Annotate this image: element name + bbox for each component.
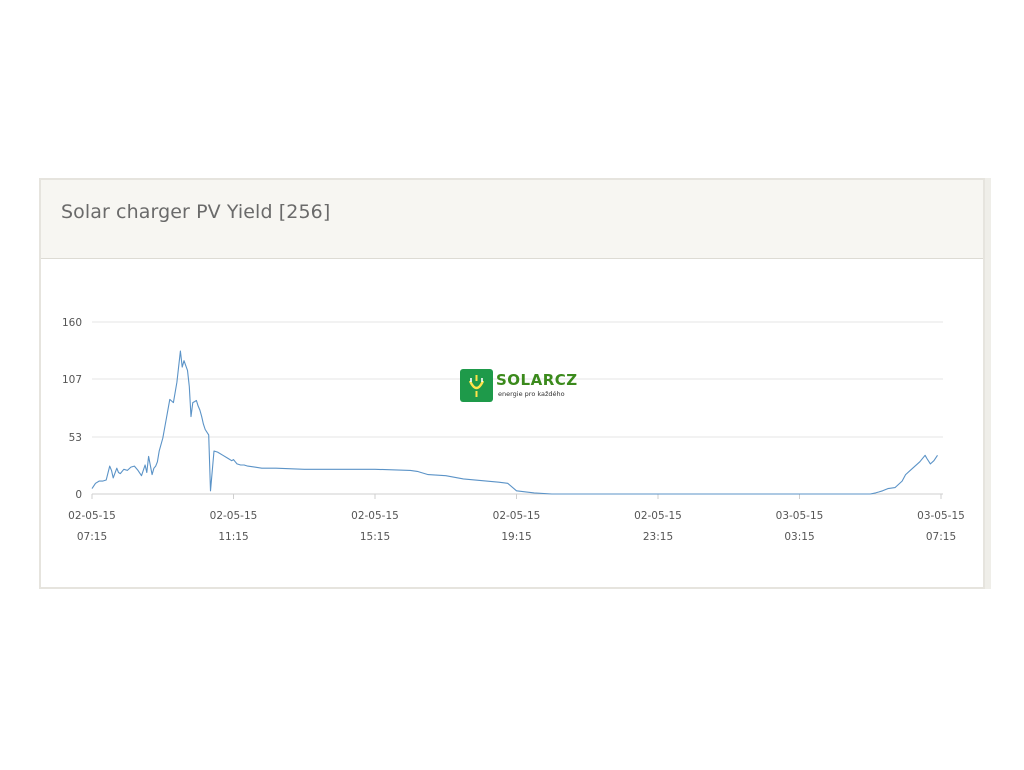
x-tick-time: 03:15	[784, 531, 814, 543]
chart-area: 0 53 107 160 02-05-15 07:15 02-05-15 11:15 02-0…	[41, 259, 983, 587]
x-tick-time: 07:15	[926, 531, 956, 543]
x-tick-time: 11:15	[218, 531, 248, 543]
x-tick-time: 15:15	[360, 531, 390, 543]
y-tick-label: 107	[62, 374, 82, 386]
x-axis-ticks: 02-05-15 07:15 02-05-15 11:15 02-05-15 15:15 0…	[68, 494, 965, 543]
grid-lines	[92, 321, 943, 495]
x-tick-date: 02-05-15	[351, 510, 399, 522]
x-tick-date: 02-05-15	[634, 510, 682, 522]
y-tick-label: 160	[62, 317, 82, 329]
x-tick-date: 02-05-15	[210, 510, 258, 522]
y-axis-ticks: 0 53 107 160	[62, 317, 82, 501]
logo-name: SOLARCZ	[496, 371, 578, 389]
logo-tagline: energie pro každého	[498, 390, 565, 398]
plug-icon	[460, 369, 493, 402]
x-tick-date: 02-05-15	[68, 510, 116, 522]
x-tick-time: 07:15	[77, 531, 107, 543]
chart-panel: Solar charger PV Yield [256] 0 53 107 160 0…	[39, 178, 991, 589]
y-tick-label: 53	[69, 432, 82, 444]
x-tick-time: 23:15	[643, 531, 673, 543]
y-tick-label: 0	[75, 489, 82, 501]
panel-edge	[985, 178, 991, 589]
x-tick-date: 03-05-15	[917, 510, 965, 522]
x-tick-time: 19:15	[501, 531, 531, 543]
solarcz-logo: SOLARCZ energie pro každého	[460, 369, 577, 403]
x-tick-date: 02-05-15	[493, 510, 541, 522]
x-tick-date: 03-05-15	[776, 510, 824, 522]
